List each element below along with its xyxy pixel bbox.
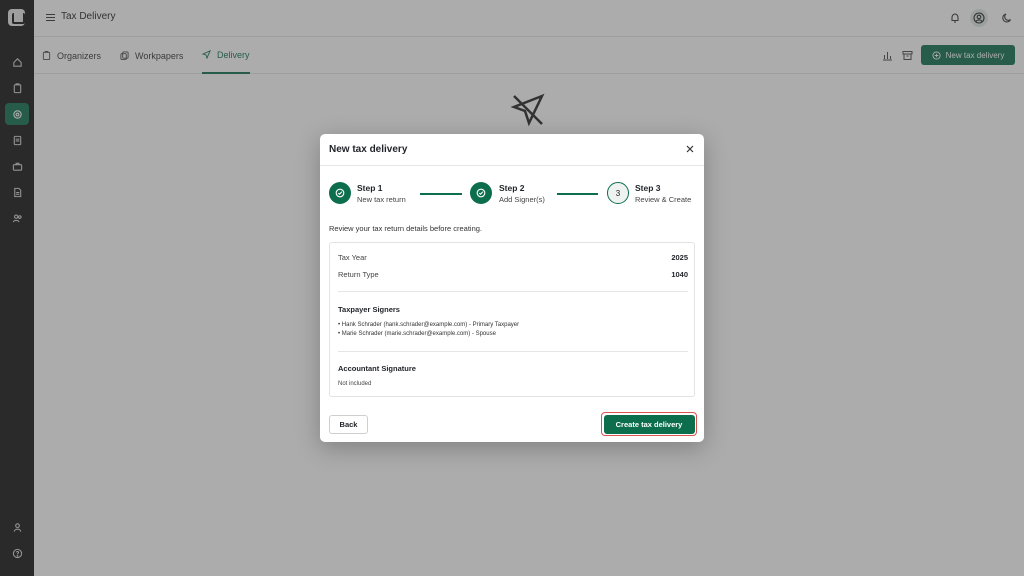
return-type-label: Return Type (338, 270, 379, 279)
step-name: Step 3 (635, 183, 661, 193)
step-connector (557, 193, 598, 195)
tax-year-label: Tax Year (338, 253, 367, 262)
signer-item: • Hank Schrader (hank.schrader@example.c… (338, 322, 520, 328)
dialog-header: New tax delivery (320, 134, 704, 166)
accountant-signature-value: Not included (338, 381, 372, 387)
step-subtitle: Add Signer(s) (499, 195, 545, 204)
step-name: Step 2 (499, 183, 525, 193)
stepper: Step 1 New tax return Step 2 Add Signer(… (329, 182, 699, 206)
create-tax-delivery-label: Create tax delivery (603, 414, 695, 434)
step-2: Step 2 Add Signer(s) (499, 183, 545, 205)
step-2-check-icon (470, 182, 492, 204)
review-summary-card: Tax Year 2025 Return Type 1040 Taxpayer … (329, 242, 695, 397)
back-button[interactable]: Back (329, 415, 368, 434)
dialog-title: New tax delivery (329, 144, 408, 155)
step-connector (420, 193, 462, 195)
tax-year-value: 2025 (671, 253, 688, 262)
step-name: Step 1 (357, 183, 383, 193)
tax-year-row: Tax Year 2025 (338, 253, 688, 262)
taxpayer-signers-title: Taxpayer Signers (338, 305, 400, 314)
review-instructions: Review your tax return details before cr… (329, 224, 482, 233)
create-tax-delivery-button[interactable]: Create tax delivery (601, 412, 697, 436)
step-subtitle: Review & Create (635, 195, 692, 204)
step-1-check-icon (329, 182, 351, 204)
accountant-signature-title: Accountant Signature (338, 364, 416, 373)
step-3: Step 3 Review & Create (635, 183, 691, 205)
new-tax-delivery-dialog: New tax delivery Step 1 New tax return S… (320, 134, 704, 442)
return-type-value: 1040 (671, 270, 688, 279)
divider (338, 351, 688, 352)
close-icon[interactable] (685, 144, 695, 154)
step-3-number: 3 (607, 182, 629, 204)
return-type-row: Return Type 1040 (338, 270, 688, 279)
step-subtitle: New tax return (357, 195, 406, 204)
divider (338, 291, 688, 292)
step-1: Step 1 New tax return (357, 183, 406, 205)
signer-item: • Marie Schrader (marie.schrader@example… (338, 331, 496, 337)
